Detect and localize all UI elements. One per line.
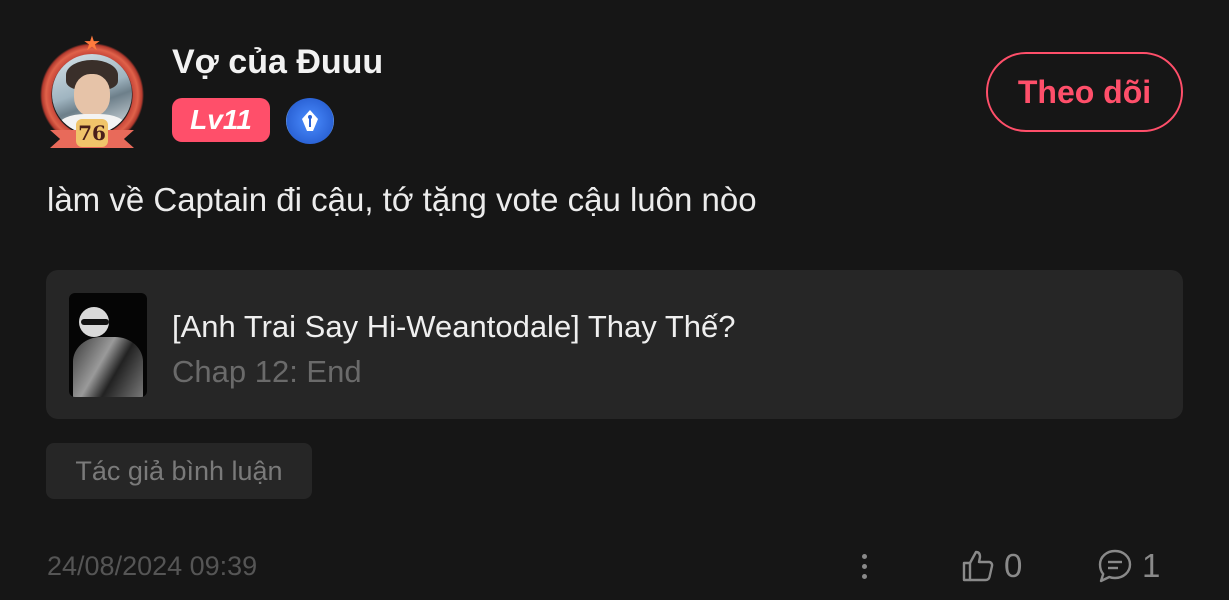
pen-nib-icon [286,98,334,144]
like-count: 0 [1004,547,1023,584]
thumbs-up-icon [962,550,994,582]
author-comment-tag: Tác giả bình luận [46,443,312,499]
story-cover-image [69,293,147,397]
comment-item: ★ 76 Vợ của Đuuu Lv11 Theo dõi làm về Ca… [0,0,1229,600]
user-avatar[interactable]: ★ 76 [36,34,148,150]
star-icon: ★ [83,33,101,55]
comment-bubble-icon [1098,549,1132,583]
reply-count: 1 [1142,547,1161,584]
comment-text: làm về Captain đi cậu, tớ tặng vote cậu … [47,181,757,218]
level-badge: Lv11 [172,98,270,142]
more-vertical-icon[interactable] [852,548,876,584]
comment-timestamp: 24/08/2024 09:39 [47,551,258,581]
linked-story-card[interactable]: [Anh Trai Say Hi-Weantodale] Thay Thế? C… [46,270,1183,419]
username[interactable]: Vợ của Đuuu [172,42,383,82]
like-button[interactable]: 0 [960,544,1022,588]
reply-button[interactable]: 1 [1096,544,1160,588]
avatar-frame-number: 76 [76,119,108,147]
story-chapter: Chap 12: End [172,354,362,389]
follow-button[interactable]: Theo dõi [986,52,1183,132]
story-title: [Anh Trai Say Hi-Weantodale] Thay Thế? [172,309,736,344]
